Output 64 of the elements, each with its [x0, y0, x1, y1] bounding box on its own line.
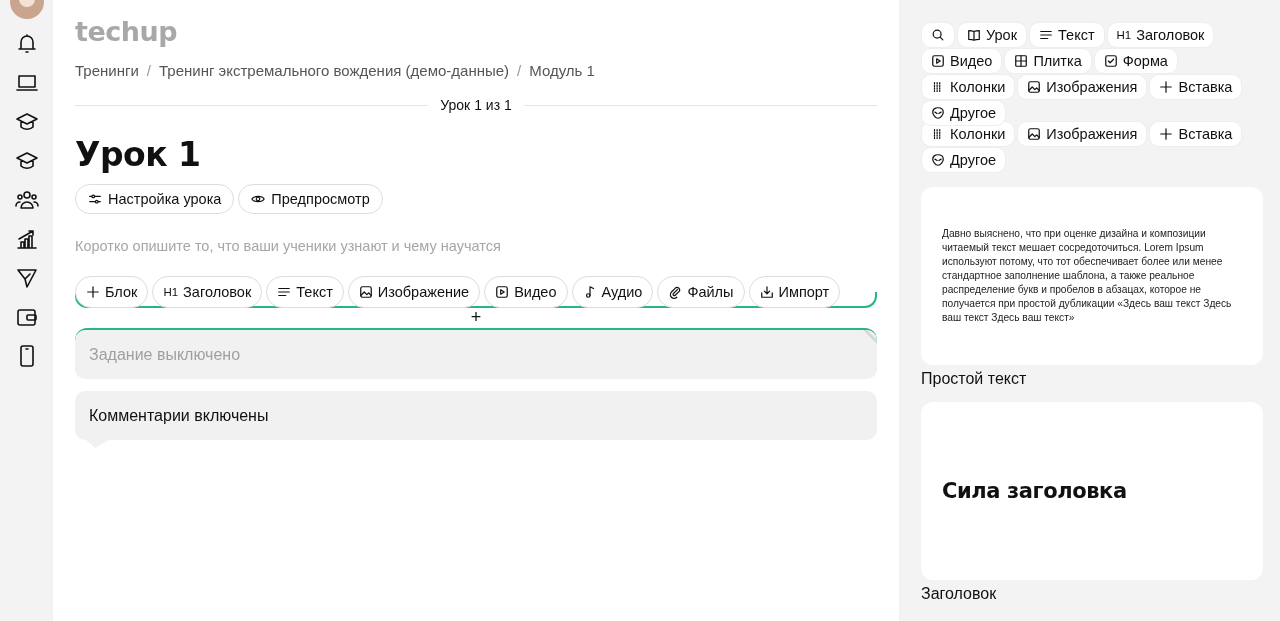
download-icon — [759, 285, 774, 299]
sliders-icon — [88, 192, 102, 206]
lesson-title: Урок 1 — [75, 135, 201, 174]
filter-chip[interactable]: Блок — [75, 276, 149, 308]
search-icon — [931, 28, 945, 42]
lesson-settings-button[interactable]: Настройка урока — [75, 184, 235, 214]
text-lines-icon — [277, 285, 292, 299]
preview-button[interactable]: Предпросмотр — [238, 184, 383, 214]
checkbox-icon — [1103, 54, 1118, 68]
people-icon[interactable] — [14, 188, 39, 212]
alien-face-icon — [931, 106, 945, 120]
book-icon — [967, 28, 981, 42]
search-button[interactable] — [921, 22, 955, 48]
filter-chip[interactable]: Форма — [1093, 48, 1178, 74]
breadcrumb-link[interactable]: Модуль 1 — [529, 62, 595, 79]
filter-chip[interactable]: Текст — [1029, 22, 1105, 48]
h1-mark: H1 — [163, 286, 179, 298]
paperclip-icon — [668, 285, 683, 299]
image-icon — [1027, 127, 1042, 141]
bar-chart-icon[interactable] — [14, 227, 39, 251]
template-card[interactable]: Сила заголовка — [921, 402, 1263, 580]
filter-chip[interactable]: Изображение — [347, 276, 481, 308]
add-block-button[interactable]: + — [466, 308, 486, 326]
play-icon — [495, 285, 510, 299]
send-icon[interactable] — [14, 266, 39, 290]
grid-icon — [1014, 54, 1029, 68]
lesson-counter: Урок 1 из 1 — [440, 97, 512, 113]
filter-chip[interactable]: Другое — [921, 100, 1007, 126]
image-icon — [1027, 80, 1042, 94]
breadcrumb-link[interactable]: Тренинги — [75, 62, 139, 79]
template-label: Простой текст — [921, 370, 1028, 388]
plus-icon — [1159, 80, 1174, 94]
filter-chip[interactable]: Вставка — [1149, 121, 1243, 147]
filter-chip[interactable]: Видео — [921, 48, 1003, 74]
breadcrumb-separator: / — [146, 62, 151, 79]
filter-chip[interactable]: Импорт — [748, 276, 841, 308]
text-lines-icon — [1039, 28, 1054, 42]
template-preview-heading: Сила заголовка — [942, 479, 1127, 503]
breadcrumb-link[interactable]: Тренинг экстремального вождения (демо-данные) — [159, 62, 510, 79]
filter-chip[interactable]: Файлы — [657, 276, 745, 308]
image-icon — [358, 285, 373, 299]
task-status: Задание выключено — [89, 345, 241, 364]
filter-chip[interactable]: Другое — [921, 147, 1007, 173]
template-preview-text: Давно выяснено, что при оценке дизайна и композиции читаемый текст мешает сосредоточиться. Lorem Ipsum используют потому, что тот обеспечивает более или менее стандартное заполнение шаблона, а также реальное распределение букв и пробелов в абзацах, которое не получается при простой дубликации «Здесь ваш текст Здесь ваш текст Здесь ваш текст» — [942, 227, 1233, 325]
comments-status: Комментарии включены — [89, 406, 269, 425]
filter-chip[interactable]: Урок — [957, 22, 1028, 48]
filter-chip[interactable]: Вставка — [1149, 74, 1243, 100]
filter-chip[interactable]: H1 Заголовок — [1106, 22, 1215, 48]
template-label: Заголовок — [921, 585, 998, 603]
folded-corner-icon — [863, 330, 877, 344]
plus-icon — [86, 285, 100, 299]
filter-chip[interactable]: Аудио — [571, 276, 654, 308]
filter-chip[interactable]: Изображения — [1017, 74, 1148, 100]
plus-icon — [1159, 127, 1174, 141]
filter-chip[interactable]: H1 Заголовок — [152, 276, 263, 308]
alien-face-icon — [931, 153, 945, 167]
filter-chip[interactable]: Изображения — [1017, 121, 1148, 147]
filter-chip[interactable]: Видео — [484, 276, 568, 308]
h1-mark: H1 — [1116, 29, 1132, 41]
filter-chip[interactable]: Текст — [266, 276, 344, 308]
filter-chip[interactable]: Плитка — [1004, 48, 1092, 74]
filter-chip[interactable]: Колонки — [921, 74, 1016, 100]
breadcrumb-separator: / — [517, 62, 522, 79]
play-icon — [931, 54, 945, 68]
